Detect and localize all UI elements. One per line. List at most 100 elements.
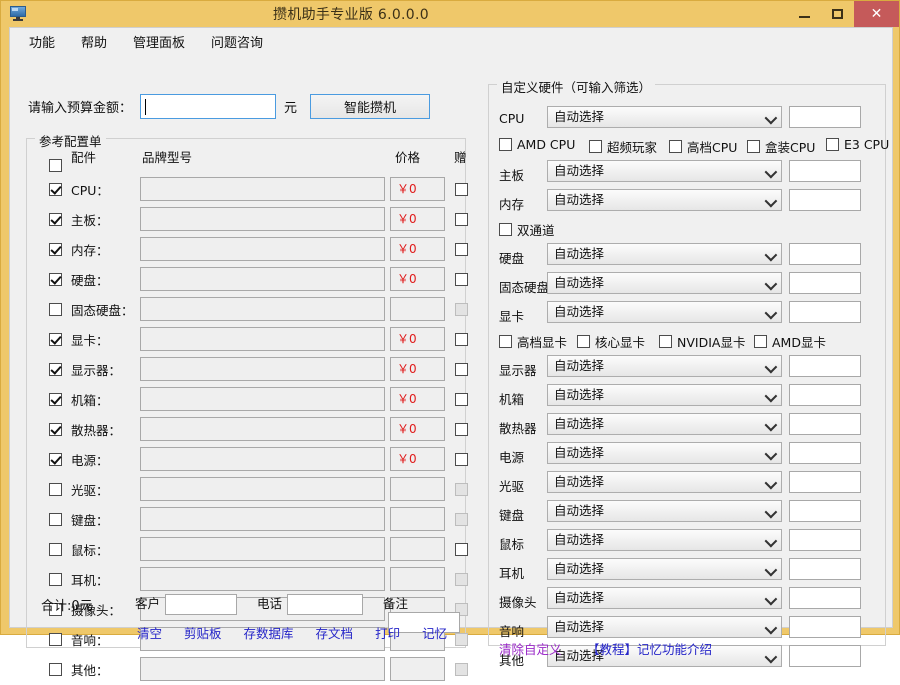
filter-option[interactable]: AMD显卡 <box>754 332 826 351</box>
row-select-checkbox[interactable] <box>49 663 62 676</box>
row-brand-input[interactable] <box>140 357 385 381</box>
row-price-input[interactable] <box>390 477 445 501</box>
row-select-checkbox[interactable] <box>49 513 62 526</box>
hardware-select[interactable]: 自动选择 <box>547 471 782 493</box>
filter-checkbox[interactable] <box>659 335 672 348</box>
row-price-input[interactable]: ￥0 <box>390 387 445 411</box>
row-price-input[interactable]: ￥0 <box>390 417 445 441</box>
hardware-select[interactable]: 自动选择 <box>547 558 782 580</box>
link-memory[interactable]: 记忆 <box>422 623 447 642</box>
hardware-select[interactable]: 自动选择 <box>547 243 782 265</box>
row-gift-checkbox[interactable] <box>455 423 468 436</box>
row-brand-input[interactable] <box>140 657 385 681</box>
hardware-filter-input[interactable] <box>789 442 861 464</box>
filter-option[interactable]: E3 CPU <box>826 137 889 152</box>
row-select-checkbox[interactable] <box>49 213 62 226</box>
hardware-filter-input[interactable] <box>789 355 861 377</box>
filter-checkbox[interactable] <box>499 335 512 348</box>
row-select-checkbox[interactable] <box>49 423 62 436</box>
row-brand-input[interactable] <box>140 207 385 231</box>
row-price-input[interactable]: ￥0 <box>390 207 445 231</box>
link-tutorial[interactable]: 【教程】记忆功能介绍 <box>587 639 712 658</box>
row-brand-input[interactable] <box>140 417 385 441</box>
hardware-select[interactable]: 自动选择 <box>547 413 782 435</box>
row-gift-checkbox[interactable] <box>455 213 468 226</box>
hardware-filter-input[interactable] <box>789 301 861 323</box>
filter-checkbox[interactable] <box>577 335 590 348</box>
row-price-input[interactable] <box>390 657 445 681</box>
row-brand-input[interactable] <box>140 537 385 561</box>
row-brand-input[interactable] <box>140 507 385 531</box>
row-brand-input[interactable] <box>140 477 385 501</box>
row-gift-checkbox[interactable] <box>455 183 468 196</box>
filter-option[interactable]: 核心显卡 <box>577 332 645 351</box>
hardware-filter-input[interactable] <box>789 558 861 580</box>
row-select-checkbox[interactable] <box>49 183 62 196</box>
filter-checkbox[interactable] <box>589 140 602 153</box>
row-select-checkbox[interactable] <box>49 483 62 496</box>
hardware-filter-input[interactable] <box>789 471 861 493</box>
phone-input[interactable] <box>287 594 363 615</box>
filter-checkbox[interactable] <box>499 223 512 236</box>
row-brand-input[interactable] <box>140 447 385 471</box>
hardware-select[interactable]: 自动选择 <box>547 160 782 182</box>
hardware-select[interactable]: 自动选择 <box>547 587 782 609</box>
row-select-checkbox[interactable] <box>49 273 62 286</box>
hardware-filter-input[interactable] <box>789 500 861 522</box>
filter-option[interactable]: 高档显卡 <box>499 332 567 351</box>
menu-item-help[interactable]: 帮助 <box>72 30 116 53</box>
hardware-select[interactable]: 自动选择 <box>547 272 782 294</box>
filter-option[interactable]: 超频玩家 <box>589 137 657 156</box>
row-price-input[interactable] <box>390 507 445 531</box>
row-price-input[interactable]: ￥0 <box>390 327 445 351</box>
row-brand-input[interactable] <box>140 177 385 201</box>
row-select-checkbox[interactable] <box>49 543 62 556</box>
filter-option[interactable]: NVIDIA显卡 <box>659 332 745 351</box>
row-brand-input[interactable] <box>140 327 385 351</box>
link-print[interactable]: 打印 <box>375 623 400 642</box>
hardware-select[interactable]: 自动选择 <box>547 529 782 551</box>
link-clear-custom[interactable]: 清除自定义 <box>499 639 562 658</box>
row-select-checkbox[interactable] <box>49 393 62 406</box>
hardware-select[interactable]: 自动选择 <box>547 301 782 323</box>
row-gift-checkbox[interactable] <box>455 393 468 406</box>
hardware-select[interactable]: 自动选择 <box>547 500 782 522</box>
filter-option[interactable]: 双通道 <box>499 220 555 239</box>
link-clipboard[interactable]: 剪贴板 <box>184 623 222 642</box>
filter-option[interactable]: 盒装CPU <box>747 137 815 156</box>
row-select-checkbox[interactable] <box>49 243 62 256</box>
row-gift-checkbox[interactable] <box>455 333 468 346</box>
smart-build-button[interactable]: 智能攒机 <box>310 94 430 119</box>
row-gift-checkbox[interactable] <box>455 363 468 376</box>
row-brand-input[interactable] <box>140 267 385 291</box>
row-brand-input[interactable] <box>140 237 385 261</box>
maximize-button[interactable] <box>821 1 854 27</box>
row-brand-input[interactable] <box>140 297 385 321</box>
row-select-checkbox[interactable] <box>49 303 62 316</box>
customer-input[interactable] <box>165 594 237 615</box>
menu-item-support[interactable]: 问题咨询 <box>202 30 272 53</box>
link-save-doc[interactable]: 存文档 <box>316 623 354 642</box>
hardware-filter-input[interactable] <box>789 160 861 182</box>
row-price-input[interactable]: ￥0 <box>390 177 445 201</box>
hardware-filter-input[interactable] <box>789 645 861 667</box>
hardware-select[interactable]: 自动选择 <box>547 189 782 211</box>
hardware-select[interactable]: 自动选择 <box>547 442 782 464</box>
close-button[interactable]: ✕ <box>854 1 899 27</box>
link-clear[interactable]: 清空 <box>137 623 162 642</box>
hardware-select[interactable]: 自动选择 <box>547 106 782 128</box>
row-price-input[interactable] <box>390 297 445 321</box>
row-gift-checkbox[interactable] <box>455 243 468 256</box>
link-save-db[interactable]: 存数据库 <box>244 623 294 642</box>
row-gift-checkbox[interactable] <box>455 273 468 286</box>
row-select-checkbox[interactable] <box>49 333 62 346</box>
row-price-input[interactable] <box>390 537 445 561</box>
row-select-checkbox[interactable] <box>49 453 62 466</box>
hardware-select[interactable]: 自动选择 <box>547 384 782 406</box>
hardware-filter-input[interactable] <box>789 587 861 609</box>
budget-input[interactable] <box>140 94 276 119</box>
menu-item-admin[interactable]: 管理面板 <box>124 30 194 53</box>
filter-checkbox[interactable] <box>826 138 839 151</box>
hardware-filter-input[interactable] <box>789 243 861 265</box>
row-select-checkbox[interactable] <box>49 363 62 376</box>
